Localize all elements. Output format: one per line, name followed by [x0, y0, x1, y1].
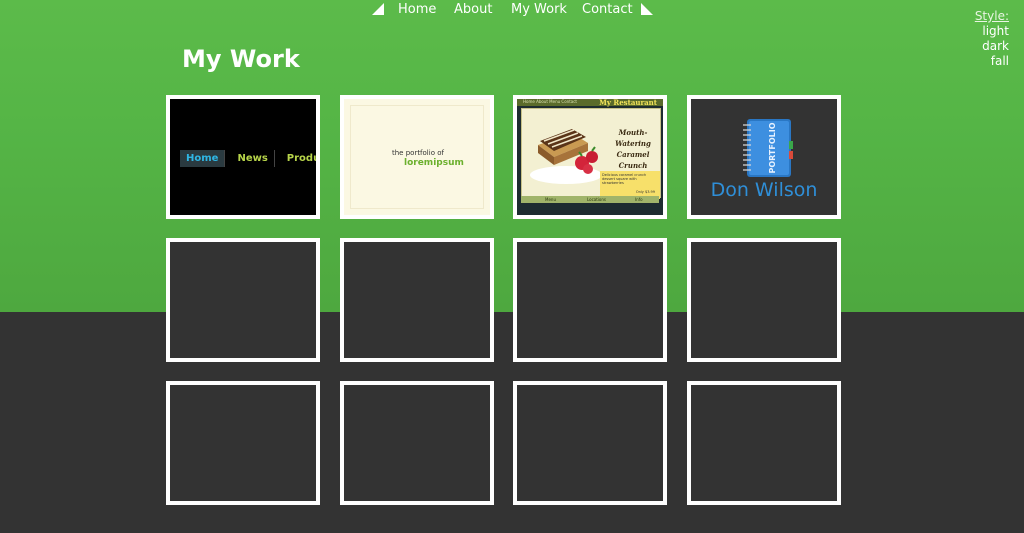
thumb-note-text: Delicious caramel crunch dessert square … [602, 173, 647, 185]
portfolio-thumb-2[interactable]: the portfolio of loremipsum [340, 95, 494, 219]
header-band [0, 0, 1024, 312]
nav-item-home[interactable]: Home [398, 2, 436, 17]
thumb-nav-news: News [231, 150, 275, 167]
thumb-restaurant-footer: Menu Locations Info [521, 196, 659, 203]
page-title: My Work [182, 45, 300, 73]
nav-item-contact[interactable]: Contact [582, 2, 633, 17]
style-option-dark[interactable]: dark [975, 39, 1009, 54]
thumb-footer-info: Info [635, 197, 643, 202]
thumb-headline-line1: Mouth-Watering [615, 128, 651, 148]
thumb-mini-nav: Home News Produ [180, 146, 316, 167]
portfolio-thumb-5[interactable] [166, 238, 320, 362]
thumb-footer-locations: Locations [587, 197, 607, 202]
nav-right-triangle-icon [641, 3, 653, 15]
main-nav: Home About My Work Contact [0, 2, 1024, 22]
thumb-restaurant-menu: Home About Menu Contact [523, 99, 577, 104]
thumb-don-wilson: Don Wilson [710, 179, 818, 201]
portfolio-thumb-4[interactable]: PORTFOLIO Don Wilson [687, 95, 841, 219]
thumb-price: Only $3.99 [635, 190, 655, 194]
portfolio-thumb-3[interactable]: Home About Menu Contact My Restaurant Mo… [513, 95, 667, 219]
portfolio-thumb-7[interactable] [513, 238, 667, 362]
style-label: Style: [974, 9, 1009, 23]
portfolio-thumb-6[interactable] [340, 238, 494, 362]
book-label: PORTFOLIO [768, 122, 777, 173]
portfolio-thumb-8[interactable] [687, 238, 841, 362]
nav-item-about[interactable]: About [454, 2, 492, 17]
portfolio-thumb-9[interactable] [166, 381, 320, 505]
portfolio-thumb-10[interactable] [340, 381, 494, 505]
style-switcher: Style: light dark fall [975, 9, 1009, 69]
nav-left-triangle-icon [372, 3, 384, 15]
thumb-headline-line2: Caramel Crunch [616, 150, 650, 170]
thumb-frame [350, 105, 484, 209]
dessert-image-icon [530, 129, 602, 184]
portfolio-thumb-12[interactable] [687, 381, 841, 505]
thumb-footer-menu: Menu [545, 197, 556, 202]
thumb-restaurant-panel: Mouth-Watering Caramel Crunch Delicious … [521, 108, 663, 199]
style-option-fall[interactable]: fall [975, 54, 1009, 69]
thumb-loremipsum: loremipsum [404, 158, 464, 168]
style-option-light[interactable]: light [975, 24, 1009, 39]
thumb-nav-products: Produ [281, 150, 316, 167]
portfolio-thumb-1[interactable]: Home News Produ [166, 95, 320, 219]
thumb-note: Delicious caramel crunch dessert square … [600, 171, 660, 199]
portfolio-book-icon: PORTFOLIO [743, 119, 793, 177]
portfolio-thumb-11[interactable] [513, 381, 667, 505]
thumb-headline: Mouth-Watering Caramel Crunch [602, 127, 663, 171]
nav-item-my-work[interactable]: My Work [511, 2, 567, 17]
thumb-nav-home: Home [180, 150, 226, 167]
thumb-restaurant-brand: My Restaurant [599, 98, 657, 107]
thumb-portfolio-of: the portfolio of [392, 149, 444, 157]
